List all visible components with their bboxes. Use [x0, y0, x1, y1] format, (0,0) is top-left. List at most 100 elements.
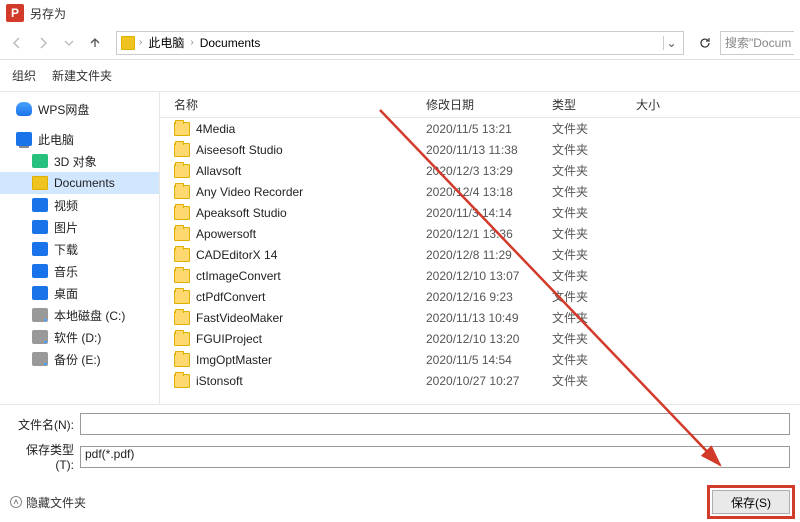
file-name: Apowersoft [196, 227, 426, 241]
sidebar-item-music[interactable]: 音乐 [0, 260, 159, 282]
hide-folders-label: 隐藏文件夹 [26, 494, 86, 511]
folder-icon [174, 164, 190, 178]
table-row[interactable]: 4Media2020/11/5 13:21文件夹 [174, 118, 800, 139]
table-row[interactable]: ImgOptMaster2020/11/5 14:54文件夹 [174, 349, 800, 370]
sidebar-item-documents[interactable]: Documents [0, 172, 159, 194]
file-pane: 名称 修改日期 类型 大小 4Media2020/11/5 13:21文件夹Ai… [160, 92, 800, 404]
file-name: iStonsoft [196, 374, 426, 388]
filetype-combo[interactable]: pdf(*.pdf) [80, 446, 790, 468]
col-size[interactable]: 大小 [636, 96, 716, 113]
file-type: 文件夹 [552, 162, 636, 179]
list-header: 名称 修改日期 类型 大小 [160, 92, 800, 118]
sidebar-item-drive-c[interactable]: 本地磁盘 (C:) [0, 304, 159, 326]
table-row[interactable]: CADEditorX 142020/12/8 11:29文件夹 [174, 244, 800, 265]
back-button[interactable] [6, 32, 28, 54]
filetype-label: 保存类型(T): [10, 441, 80, 472]
file-name: ctImageConvert [196, 269, 426, 283]
sidebar-item-desktop[interactable]: 桌面 [0, 282, 159, 304]
file-date: 2020/12/3 13:29 [426, 164, 552, 178]
table-row[interactable]: Any Video Recorder2020/12/4 13:18文件夹 [174, 181, 800, 202]
breadcrumb-dropdown[interactable]: ⌄ [663, 36, 679, 50]
file-date: 2020/12/4 13:18 [426, 185, 552, 199]
filename-label: 文件名(N): [10, 416, 80, 433]
newfolder-button[interactable]: 新建文件夹 [52, 67, 112, 84]
sidebar: WPS网盘 此电脑 3D 对象 Documents 视频 图片 下载 音乐 桌面… [0, 92, 160, 404]
sidebar-item-videos[interactable]: 视频 [0, 194, 159, 216]
cube-icon [32, 154, 48, 168]
table-row[interactable]: iStonsoft2020/10/27 10:27文件夹 [174, 370, 800, 391]
arrow-right-icon [36, 36, 50, 50]
file-name: ImgOptMaster [196, 353, 426, 367]
arrow-up-icon [88, 36, 102, 50]
sidebar-item-label: 软件 (D:) [54, 329, 101, 346]
table-row[interactable]: FGUIProject2020/12/10 13:20文件夹 [174, 328, 800, 349]
sidebar-item-drive-d[interactable]: 软件 (D:) [0, 326, 159, 348]
table-row[interactable]: Allavsoft2020/12/3 13:29文件夹 [174, 160, 800, 181]
file-date: 2020/11/13 10:49 [426, 311, 552, 325]
col-name[interactable]: 名称 [174, 96, 426, 113]
folder-icon [174, 311, 190, 325]
breadcrumb-root[interactable]: 此电脑 [146, 34, 186, 51]
drive-icon [32, 308, 48, 322]
file-list[interactable]: 4Media2020/11/5 13:21文件夹Aiseesoft Studio… [160, 118, 800, 404]
filetype-value: pdf(*.pdf) [85, 447, 134, 461]
sidebar-item-label: 备份 (E:) [54, 351, 101, 368]
file-name: Allavsoft [196, 164, 426, 178]
file-type: 文件夹 [552, 330, 636, 347]
refresh-button[interactable] [694, 32, 716, 54]
breadcrumb[interactable]: › 此电脑 › Documents ⌄ [116, 31, 684, 55]
sidebar-item-label: Documents [54, 176, 115, 190]
table-row[interactable]: Apowersoft2020/12/1 13:36文件夹 [174, 223, 800, 244]
col-type[interactable]: 类型 [552, 96, 636, 113]
sidebar-item-label: 此电脑 [38, 131, 74, 148]
recent-dropdown[interactable] [58, 32, 80, 54]
breadcrumb-folder[interactable]: Documents [198, 36, 263, 50]
sidebar-item-drive-e[interactable]: 备份 (E:) [0, 348, 159, 370]
table-row[interactable]: Aiseesoft Studio2020/11/13 11:38文件夹 [174, 139, 800, 160]
up-button[interactable] [84, 32, 106, 54]
sidebar-item-label: 视频 [54, 197, 78, 214]
file-date: 2020/12/10 13:07 [426, 269, 552, 283]
sidebar-item-3dobjects[interactable]: 3D 对象 [0, 150, 159, 172]
sidebar-item-label: 本地磁盘 (C:) [54, 307, 125, 324]
file-name: FastVideoMaker [196, 311, 426, 325]
table-row[interactable]: Apeaksoft Studio2020/11/3 14:14文件夹 [174, 202, 800, 223]
forward-button[interactable] [32, 32, 54, 54]
folder-icon [174, 269, 190, 283]
table-row[interactable]: ctPdfConvert2020/12/16 9:23文件夹 [174, 286, 800, 307]
table-row[interactable]: ctImageConvert2020/12/10 13:07文件夹 [174, 265, 800, 286]
file-date: 2020/12/16 9:23 [426, 290, 552, 304]
file-name: 4Media [196, 122, 426, 136]
file-type: 文件夹 [552, 204, 636, 221]
drive-icon [32, 330, 48, 344]
chevron-up-icon: ˄ [10, 496, 22, 508]
sidebar-item-label: 下载 [54, 241, 78, 258]
sidebar-item-label: 图片 [54, 219, 78, 236]
file-date: 2020/10/27 10:27 [426, 374, 552, 388]
organize-menu[interactable]: 组织 [12, 67, 36, 84]
file-type: 文件夹 [552, 183, 636, 200]
search-placeholder: 搜索"Docum [725, 34, 791, 51]
hide-folders-toggle[interactable]: ˄ 隐藏文件夹 [10, 494, 86, 511]
file-date: 2020/12/10 13:20 [426, 332, 552, 346]
save-button[interactable]: 保存(S) [712, 490, 790, 514]
sidebar-item-label: 音乐 [54, 263, 78, 280]
sidebar-item-wps[interactable]: WPS网盘 [0, 98, 159, 120]
sidebar-item-pictures[interactable]: 图片 [0, 216, 159, 238]
chevron-down-icon [64, 38, 74, 48]
footer: ˄ 隐藏文件夹 保存(S) [0, 482, 800, 522]
file-type: 文件夹 [552, 372, 636, 389]
search-input[interactable]: 搜索"Docum [720, 31, 794, 55]
col-date[interactable]: 修改日期 [426, 96, 552, 113]
sidebar-item-label: WPS网盘 [38, 101, 89, 118]
file-name: ctPdfConvert [196, 290, 426, 304]
sidebar-item-downloads[interactable]: 下载 [0, 238, 159, 260]
folder-icon [174, 227, 190, 241]
folder-icon [174, 248, 190, 262]
sidebar-item-pc[interactable]: 此电脑 [0, 128, 159, 150]
folder-icon [174, 122, 190, 136]
download-icon [32, 242, 48, 256]
table-row[interactable]: FastVideoMaker2020/11/13 10:49文件夹 [174, 307, 800, 328]
body: WPS网盘 此电脑 3D 对象 Documents 视频 图片 下载 音乐 桌面… [0, 92, 800, 404]
filename-input[interactable] [80, 413, 790, 435]
